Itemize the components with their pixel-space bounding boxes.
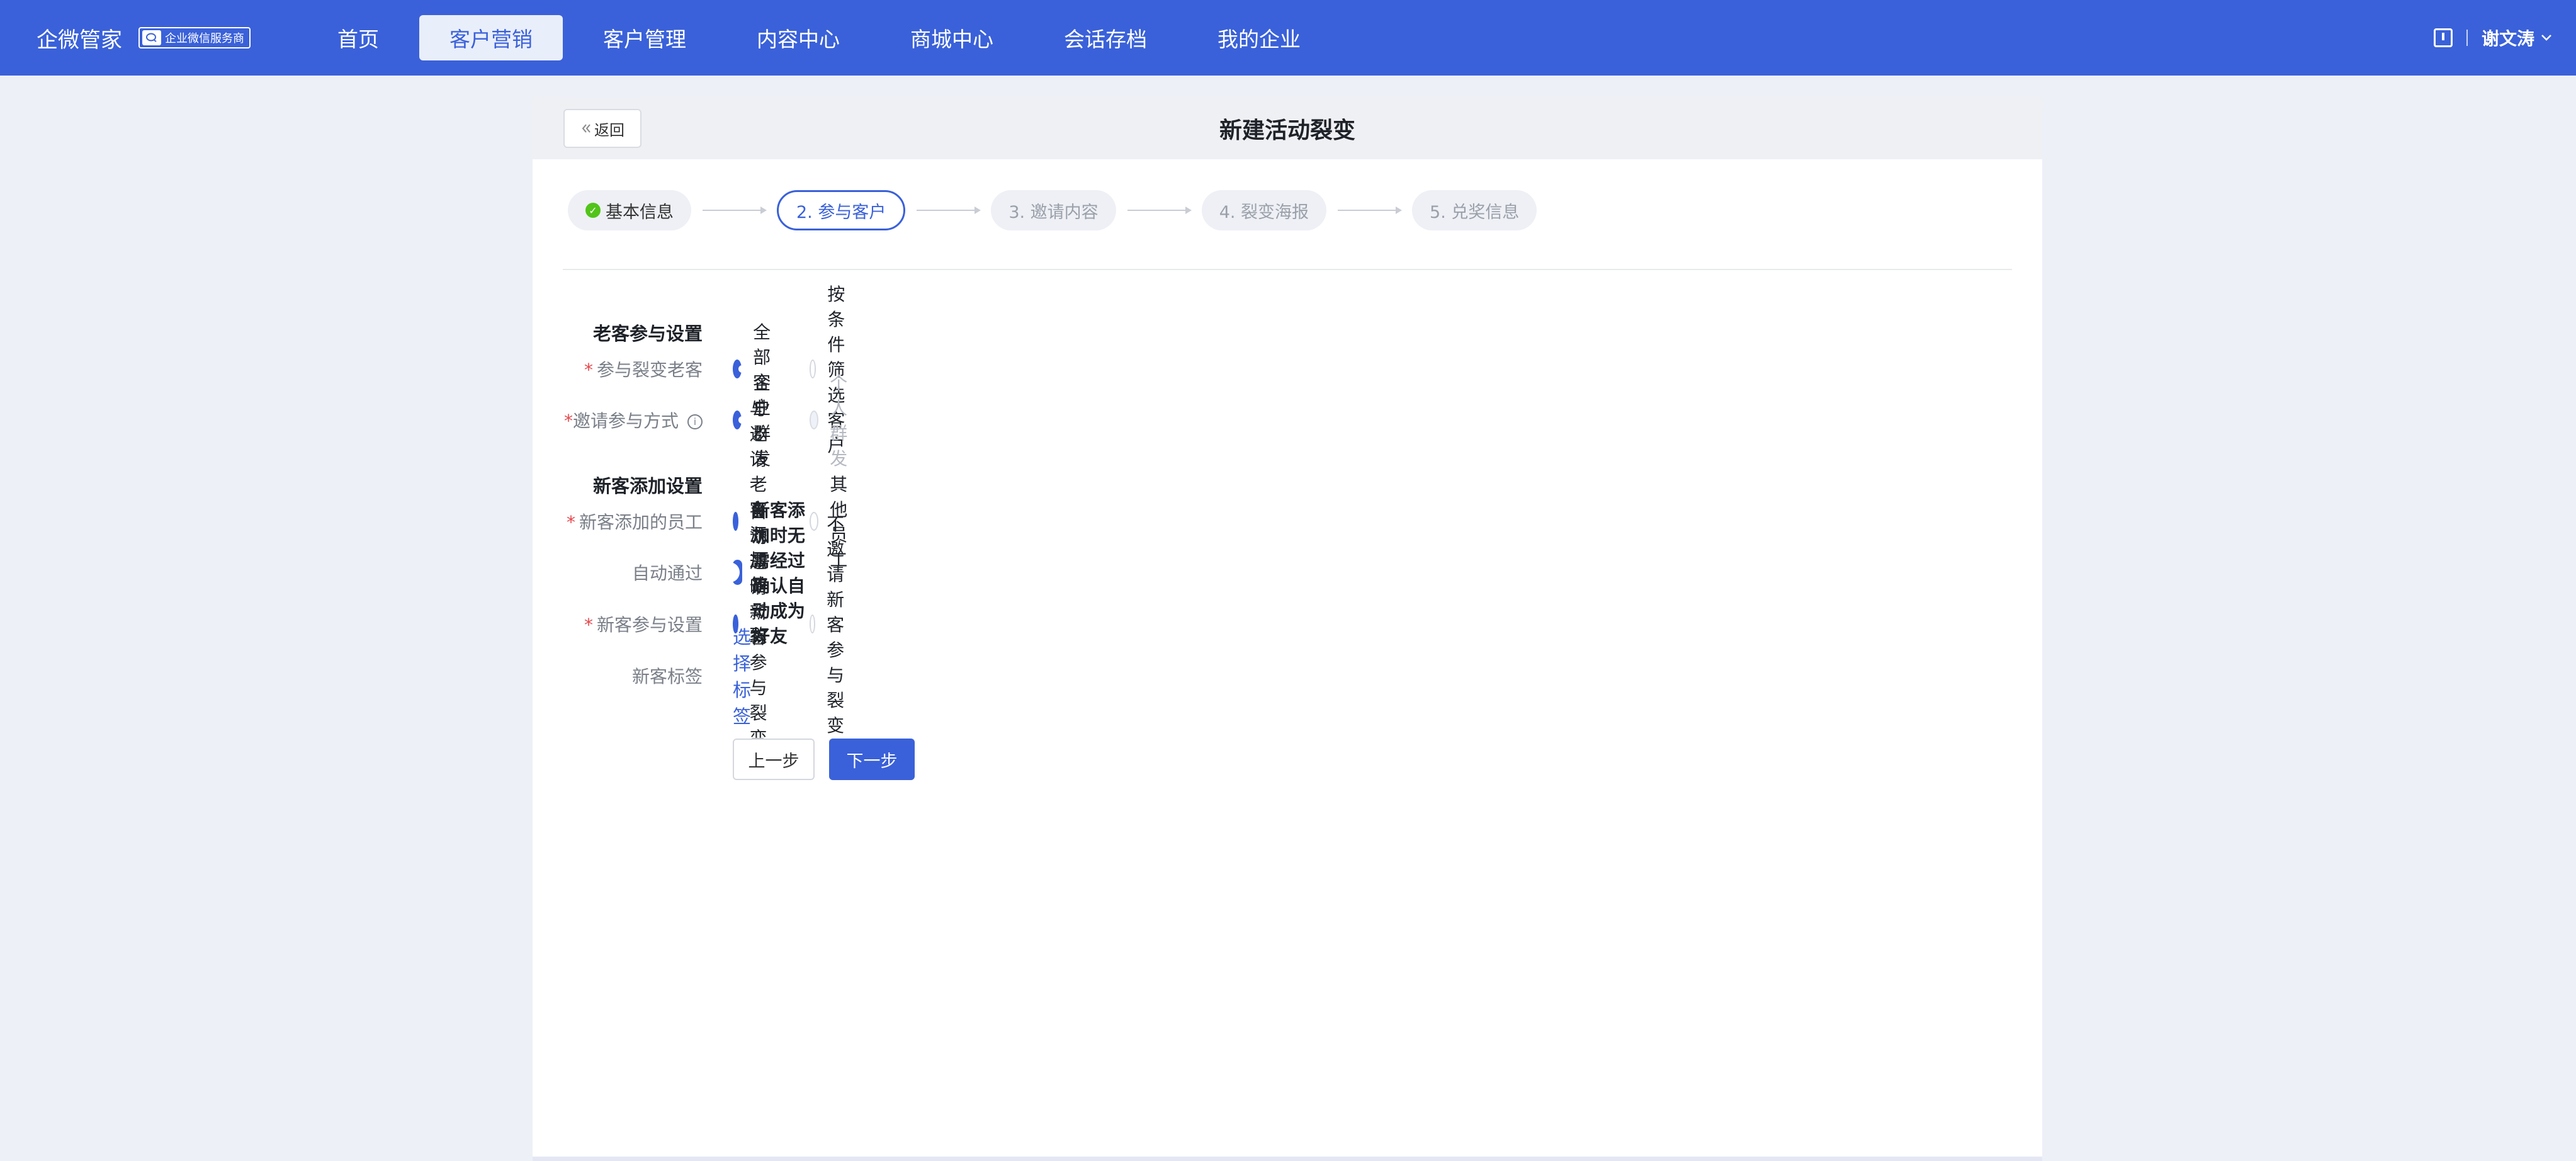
badge-text: 企业微信服务商 <box>165 32 244 45</box>
label-text: 邀请参与方式 <box>572 411 679 431</box>
participation-row: *新客参与设置 自动邀请新客参与裂变 不邀请新客参与裂变 <box>533 501 844 749</box>
radio-label: 个人群发 <box>830 373 848 469</box>
step-label: 2. 参与客户 <box>796 202 886 222</box>
bottom-strip <box>533 1157 2042 1161</box>
nav-item-customer-marketing[interactable]: 客户营销 <box>419 15 563 60</box>
required-mark: * <box>584 614 593 635</box>
required-mark: * <box>563 411 573 431</box>
double-chevron-left-icon <box>582 124 590 133</box>
nav-item-mall-center[interactable]: 商城中心 <box>880 15 1024 60</box>
info-icon[interactable]: i <box>687 414 703 429</box>
radio-label: 不邀请新客参与裂变 <box>827 514 845 736</box>
wecom-icon <box>142 30 161 45</box>
nav-item-home[interactable]: 首页 <box>307 15 409 60</box>
main-card: 返回 新建活动裂变 ✓ 基本信息 2. 参与客户 3. 邀请内容 4. 裂变海报… <box>533 98 2042 1157</box>
label-text: 新客参与设置 <box>596 614 703 635</box>
top-nav-bar: 企微管家 企业微信服务商 首页 客户营销 客户管理 内容中心 商城中心 会话存档… <box>0 0 2576 76</box>
nav-item-customer-management[interactable]: 客户管理 <box>573 15 716 60</box>
step-arrow <box>703 207 767 214</box>
user-menu[interactable]: 谢文涛 <box>2482 25 2552 50</box>
user-name: 谢文涛 <box>2481 28 2534 49</box>
chevron-down-icon <box>2541 35 2551 41</box>
new-customer-section-title: 新客添加设置 <box>592 475 703 497</box>
radio-label: 自动邀请新客参与裂变 <box>749 501 767 749</box>
brand-name: 企微管家 <box>37 27 122 53</box>
tags-label: 新客标签 <box>631 666 703 687</box>
step-invite-content[interactable]: 3. 邀请内容 <box>991 190 1116 230</box>
step-arrow <box>1338 207 1403 214</box>
check-circle-icon: ✓ <box>585 203 601 218</box>
page-title: 新建活动裂变 <box>1219 118 1355 144</box>
step-label: 3. 邀请内容 <box>1008 202 1099 222</box>
step-participants[interactable]: 2. 参与客户 <box>777 190 906 230</box>
nav-item-chat-archive[interactable]: 会话存档 <box>1034 15 1177 60</box>
main-nav: 首页 客户营销 客户管理 内容中心 商城中心 会话存档 我的企业 <box>307 14 1341 62</box>
step-label: 基本信息 <box>606 202 674 222</box>
step-fission-poster[interactable]: 4. 裂变海报 <box>1201 190 1327 230</box>
divider <box>2466 30 2468 46</box>
auto-pass-row: 自动通过 新客添加时无需经过确认自动成为好友 <box>533 500 805 647</box>
tags-control: 选择标签 <box>733 626 751 727</box>
nav-item-my-enterprise[interactable]: 我的企业 <box>1187 15 1331 60</box>
label-text: 新客添加的员工 <box>579 512 703 533</box>
brand[interactable]: 企微管家 企业微信服务商 <box>37 0 251 76</box>
step-label: 5. 兑奖信息 <box>1430 202 1520 222</box>
participation-label: * 新客参与设置 <box>533 611 703 637</box>
step-basic-info[interactable]: ✓ 基本信息 <box>568 190 691 230</box>
step-label: 4. 裂变海报 <box>1219 202 1309 222</box>
label-text: 参与裂变老客 <box>596 360 703 380</box>
auto-pass-label: 自动通过 <box>631 563 703 584</box>
invite-method-row: *邀请参与方式 i 企业群发 个人群发 <box>533 373 847 469</box>
nav-item-content-center[interactable]: 内容中心 <box>726 15 870 60</box>
tags-row: 新客标签 选择标签 <box>533 626 751 727</box>
invite-method-label: *邀请参与方式 i <box>533 407 703 433</box>
participants-label: * 参与裂变老客 <box>533 356 703 382</box>
radio-personal-broadcast[interactable]: 个人群发 <box>810 370 857 470</box>
staff-label: * 新客添加的员工 <box>533 509 703 534</box>
step-indicator: ✓ 基本信息 2. 参与客户 3. 邀请内容 4. 裂变海报 5. 兑奖信息 <box>568 190 1537 231</box>
radio-no-invite[interactable]: 不邀请新客参与裂变 <box>810 511 857 737</box>
service-provider-badge: 企业微信服务商 <box>138 27 251 48</box>
card-header: 返回 新建活动裂变 <box>533 98 2042 159</box>
step-reward-info[interactable]: 5. 兑奖信息 <box>1412 190 1537 230</box>
notice-icon[interactable] <box>2433 28 2453 47</box>
user-area: 谢文涛 <box>2433 0 2552 76</box>
staff-row: * 新客添加的员工 与邀请老客添加的一致 其他员工 <box>533 399 847 646</box>
select-tags-link[interactable]: 选择标签 <box>733 623 751 728</box>
prev-step-button[interactable]: 上一步 <box>733 739 815 780</box>
step-arrow <box>1127 207 1192 214</box>
required-mark: * <box>584 360 593 380</box>
step-arrow <box>917 207 981 214</box>
required-mark: * <box>566 512 575 533</box>
back-button[interactable]: 返回 <box>563 109 641 148</box>
participants-row: * 参与裂变老客 全部客户 按条件筛选客户 <box>533 284 845 456</box>
back-label: 返回 <box>594 121 624 139</box>
old-customer-section-title: 老客参与设置 <box>592 323 703 344</box>
next-step-button[interactable]: 下一步 <box>829 739 915 780</box>
radio-dot <box>810 411 819 429</box>
radio-dot <box>810 614 816 633</box>
section-divider <box>563 269 2012 270</box>
participation-radio-group: 自动邀请新客参与裂变 不邀请新客参与裂变 <box>733 501 886 749</box>
